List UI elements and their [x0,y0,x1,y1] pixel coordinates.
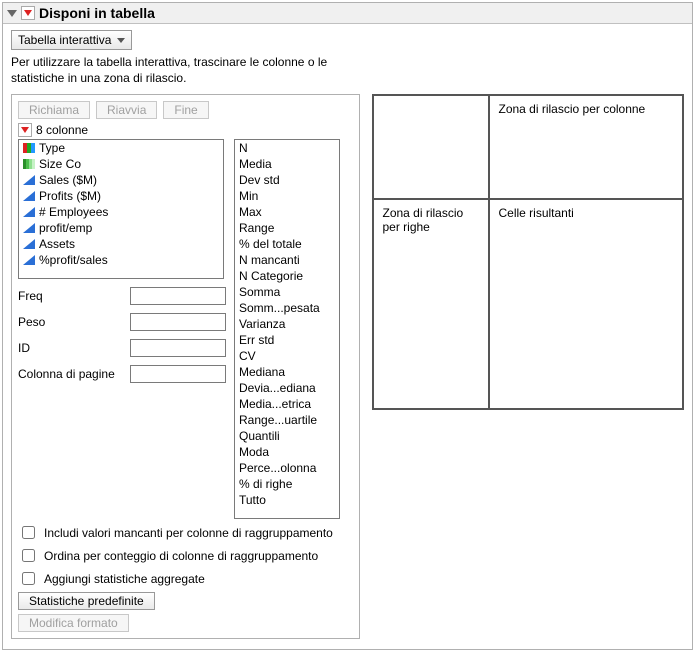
order-by-count-label: Ordina per conteggio di colonne di raggr… [44,549,318,563]
stat-item[interactable]: Devia...ediana [235,380,339,396]
stat-item[interactable]: Dev std [235,172,339,188]
ord-type-icon [23,159,35,169]
stat-item[interactable]: % di righe [235,476,339,492]
edit-format-button: Modifica formato [18,614,129,632]
stat-item[interactable]: Perce...olonna [235,460,339,476]
stat-item[interactable]: N [235,140,339,156]
column-item[interactable]: # Employees [19,204,223,220]
default-stats-button[interactable]: Statistiche predefinite [18,592,155,610]
dropzone-rows[interactable]: Zona di rilascio per righe [373,199,489,409]
pagecol-input[interactable] [130,365,226,383]
id-label: ID [18,341,126,355]
stat-item[interactable]: N Categorie [235,268,339,284]
stat-item[interactable]: Err std [235,332,339,348]
order-by-count-checkbox[interactable] [22,549,35,562]
add-agg-checkbox[interactable] [22,572,35,585]
stats-list[interactable]: NMediaDev stdMinMaxRange% del totaleN ma… [234,139,340,519]
dropzone-corner[interactable] [373,95,489,199]
stat-item[interactable]: Media [235,156,339,172]
include-missing-label: Includi valori mancanti per colonne di r… [44,526,333,540]
stat-item[interactable]: N mancanti [235,252,339,268]
stat-item[interactable]: Varianza [235,316,339,332]
drop-zone-table: Zona di rilascio per colonne Zona di ril… [372,94,684,410]
mode-label: Tabella interattiva [18,33,111,47]
stat-item[interactable]: CV [235,348,339,364]
cont-type-icon [23,255,35,265]
cont-type-icon [23,207,35,217]
columns-list[interactable]: TypeSize CoSales ($M)Profits ($M)# Emplo… [18,139,224,279]
id-input[interactable] [130,339,226,357]
cont-type-icon [23,191,35,201]
stat-item[interactable]: Media...etrica [235,396,339,412]
chevron-down-icon [117,38,125,43]
stat-item[interactable]: % del totale [235,236,339,252]
nom-type-icon [23,143,35,153]
column-item[interactable]: Type [19,140,223,156]
stat-item[interactable]: Moda [235,444,339,460]
column-item[interactable]: Assets [19,236,223,252]
done-button: Fine [163,101,208,119]
panel-header: Disponi in tabella [3,3,692,24]
stat-item[interactable]: Mediana [235,364,339,380]
restart-button: Riavvia [96,101,157,119]
hint-text: Per utilizzare la tabella interattiva, t… [11,54,341,86]
dropzone-columns[interactable]: Zona di rilascio per colonne [489,95,683,199]
stat-item[interactable]: Range [235,220,339,236]
config-box: Richiama Riavvia Fine 8 colonne TypeSize… [11,94,360,639]
column-item[interactable]: Sales ($M) [19,172,223,188]
stat-item[interactable]: Range...uartile [235,412,339,428]
column-item[interactable]: Size Co [19,156,223,172]
pagecol-label: Colonna di pagine [18,367,126,381]
column-item[interactable]: %profit/sales [19,252,223,268]
column-item[interactable]: profit/emp [19,220,223,236]
add-agg-label: Aggiungi statistiche aggregate [44,572,205,586]
freq-label: Freq [18,289,126,303]
panel-menu-icon[interactable] [21,6,35,20]
stat-item[interactable]: Max [235,204,339,220]
disclosure-icon[interactable] [7,10,17,17]
freq-input[interactable] [130,287,226,305]
recall-button: Richiama [18,101,90,119]
include-missing-checkbox[interactable] [22,526,35,539]
stat-item[interactable]: Tutto [235,492,339,508]
weight-label: Peso [18,315,126,329]
stat-item[interactable]: Somm...pesata [235,300,339,316]
cont-type-icon [23,239,35,249]
stat-item[interactable]: Min [235,188,339,204]
cont-type-icon [23,175,35,185]
stat-item[interactable]: Quantili [235,428,339,444]
column-item[interactable]: Profits ($M) [19,188,223,204]
columns-menu-icon[interactable] [18,123,32,137]
cont-type-icon [23,223,35,233]
weight-input[interactable] [130,313,226,331]
tabulate-panel: Disponi in tabella Tabella interattiva P… [2,2,693,650]
dropzone-cells[interactable]: Celle risultanti [489,199,683,409]
mode-dropdown[interactable]: Tabella interattiva [11,30,132,50]
stat-item[interactable]: Somma [235,284,339,300]
columns-count: 8 colonne [36,123,88,137]
panel-title: Disponi in tabella [39,5,155,21]
